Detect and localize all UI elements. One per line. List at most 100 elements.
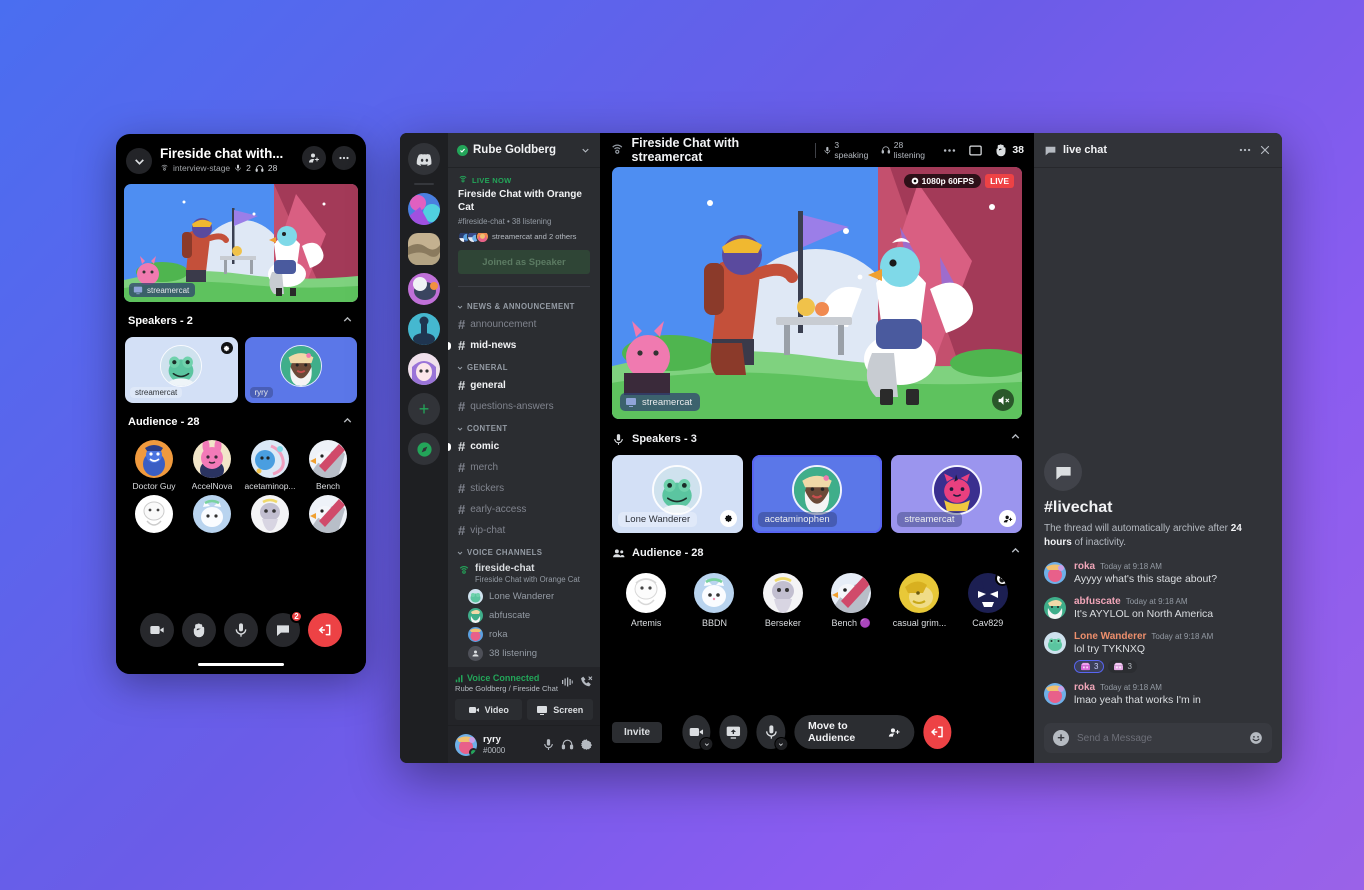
raised-hands-indicator[interactable]: 38 [994, 143, 1024, 157]
invite-button[interactable]: Invite [612, 721, 663, 743]
disconnect-call-icon[interactable] [580, 675, 593, 688]
explore-servers-button[interactable] [408, 433, 440, 465]
category-news-announcement[interactable]: NEWS & ANNOUNCEMENT [454, 295, 594, 314]
voice-member-lone-wanderer[interactable]: Lone Wanderer [454, 587, 594, 606]
mobile-speakers-section-header[interactable]: Speakers - 2 [116, 302, 366, 337]
stage-audience-header[interactable]: Audience - 28 [600, 533, 1034, 569]
stage-video-stream[interactable]: 1080p 60FPS LIVE streamercat [612, 167, 1022, 419]
message-author[interactable]: Lone Wanderer [1074, 631, 1146, 642]
mobile-audience-item[interactable] [300, 495, 356, 533]
mobile-audience-item[interactable] [184, 495, 240, 533]
mobile-audience-section-header[interactable]: Audience - 28 [116, 403, 366, 438]
server-icon-4[interactable] [408, 313, 440, 345]
sidebar-stage-channel-fireside-chat[interactable]: fireside-chat Fireside Chat with Orange … [454, 560, 594, 587]
live-stage-card[interactable]: LIVE NOW Fireside Chat with Orange Cat #… [454, 167, 594, 278]
close-icon[interactable] [1258, 143, 1272, 157]
server-icon-5[interactable] [408, 353, 440, 385]
speaker-card-streamercat[interactable]: streamercat [891, 455, 1023, 533]
mobile-collapse-button[interactable] [126, 148, 152, 174]
sidebar-channel-stickers[interactable]: # stickers [454, 478, 594, 499]
more-horizontal-icon[interactable] [1238, 143, 1252, 157]
message-input-bar[interactable]: + Send a Message [1044, 723, 1272, 753]
server-icon-2[interactable] [408, 233, 440, 265]
category-general[interactable]: GENERAL [454, 356, 594, 375]
voice-screen-button[interactable]: Screen [526, 699, 593, 720]
collapse-speakers-button[interactable] [1009, 430, 1022, 448]
add-server-button[interactable]: + [408, 393, 440, 425]
audience-member-bench[interactable]: Bench 🟣 [817, 573, 885, 629]
message-author[interactable]: roka [1074, 682, 1095, 693]
stream-mute-button[interactable] [992, 389, 1014, 411]
sidebar-channel-early-access[interactable]: # early-access [454, 499, 594, 520]
stage-screen-share-button[interactable] [719, 715, 748, 749]
sidebar-channel-announcement[interactable]: # announcement [454, 314, 594, 335]
mobile-speaker-card[interactable]: ryry [244, 337, 357, 403]
audience-member-bbdn[interactable]: BBDN [680, 573, 748, 629]
add-attachment-button[interactable]: + [1053, 730, 1069, 746]
mobile-audience-item[interactable]: AccelNova [184, 440, 240, 491]
voice-member-abfuscate[interactable]: abfuscate [454, 606, 594, 625]
sidebar-channel-mid-news[interactable]: # mid-news [448, 335, 594, 356]
speaker-card-acetaminophen[interactable]: acetaminophen [751, 455, 883, 533]
avatar[interactable] [1044, 562, 1066, 585]
avatar[interactable] [1044, 683, 1066, 706]
mobile-audience-item[interactable]: acetaminop... [242, 440, 298, 491]
mobile-audience-item[interactable]: Doctor Guy [126, 440, 182, 491]
toggle-chat-panel-icon[interactable] [968, 143, 983, 158]
collapse-audience-button[interactable] [1009, 544, 1022, 562]
video-options-button[interactable] [699, 737, 714, 751]
reaction-chip[interactable]: 3 [1074, 660, 1105, 674]
mobile-stream-preview[interactable]: streamercat [124, 184, 358, 302]
sidebar-channel-merch[interactable]: # merch [454, 457, 594, 478]
discord-home-button[interactable] [408, 143, 440, 175]
user-info[interactable]: ryry #0000 [483, 734, 505, 754]
stage-speakers-header[interactable]: Speakers - 3 [600, 419, 1034, 455]
emoji-picker-icon[interactable] [1249, 731, 1263, 745]
message-author[interactable]: abfuscate [1074, 596, 1121, 607]
speaker-card-lone-wanderer[interactable]: Lone Wanderer [612, 455, 743, 533]
audience-member-cav829[interactable]: Cav829 [954, 573, 1022, 629]
stage-microphone-button[interactable] [756, 715, 788, 751]
server-icon-3[interactable] [408, 273, 440, 305]
mobile-leave-button[interactable] [308, 613, 342, 647]
audience-member-casual-grim[interactable]: casual grim... [885, 573, 953, 629]
more-horizontal-icon[interactable] [942, 143, 957, 158]
mobile-raise-hand-button[interactable] [182, 613, 216, 647]
mobile-audience-item[interactable] [242, 495, 298, 533]
avatar[interactable] [1044, 597, 1066, 620]
server-header[interactable]: Rube Goldberg [448, 133, 600, 167]
avatar[interactable] [455, 733, 477, 756]
mobile-more-options-button[interactable] [332, 146, 356, 170]
sidebar-channel-comic[interactable]: # comic [448, 436, 594, 457]
message-input-placeholder[interactable]: Send a Message [1077, 733, 1241, 744]
microphone-icon[interactable] [542, 738, 555, 751]
gear-icon[interactable] [580, 738, 593, 751]
server-icon-1[interactable] [408, 193, 440, 225]
microphone-options-button[interactable] [773, 737, 788, 751]
stage-video-button[interactable] [682, 715, 714, 751]
headphones-icon[interactable] [561, 738, 574, 751]
audience-member-artemis[interactable]: Artemis [612, 573, 680, 629]
mobile-audience-item[interactable] [126, 495, 182, 533]
mobile-microphone-button[interactable] [224, 613, 258, 647]
move-to-audience-button[interactable]: Move to Audience [793, 715, 915, 749]
joined-as-speaker-button[interactable]: Joined as Speaker [458, 250, 590, 274]
mobile-speaker-card[interactable]: streamercat [125, 337, 238, 403]
sidebar-channel-vip-chat[interactable]: # vip-chat [454, 520, 594, 541]
mobile-video-button[interactable] [140, 613, 174, 647]
mobile-chat-button[interactable]: 2 [266, 610, 303, 647]
message-author[interactable]: roka [1074, 561, 1095, 572]
sidebar-channel-questions-answers[interactable]: # questions-answers [454, 396, 594, 417]
invite-people-button[interactable] [302, 146, 326, 170]
soundboard-icon[interactable] [561, 676, 573, 688]
category-voice-channels[interactable]: VOICE CHANNELS [454, 541, 594, 560]
stage-leave-button[interactable] [923, 715, 952, 749]
avatar[interactable] [1044, 631, 1066, 654]
sidebar-channel-general[interactable]: # general [454, 375, 594, 396]
category-content[interactable]: CONTENT [454, 417, 594, 436]
mobile-audience-item[interactable]: Bench [300, 440, 356, 491]
reaction-chip[interactable]: 3 [1108, 660, 1137, 674]
voice-video-button[interactable]: Video [455, 699, 522, 720]
audience-member-berseker[interactable]: Berseker [749, 573, 817, 629]
voice-member-roka[interactable]: roka [454, 625, 594, 644]
